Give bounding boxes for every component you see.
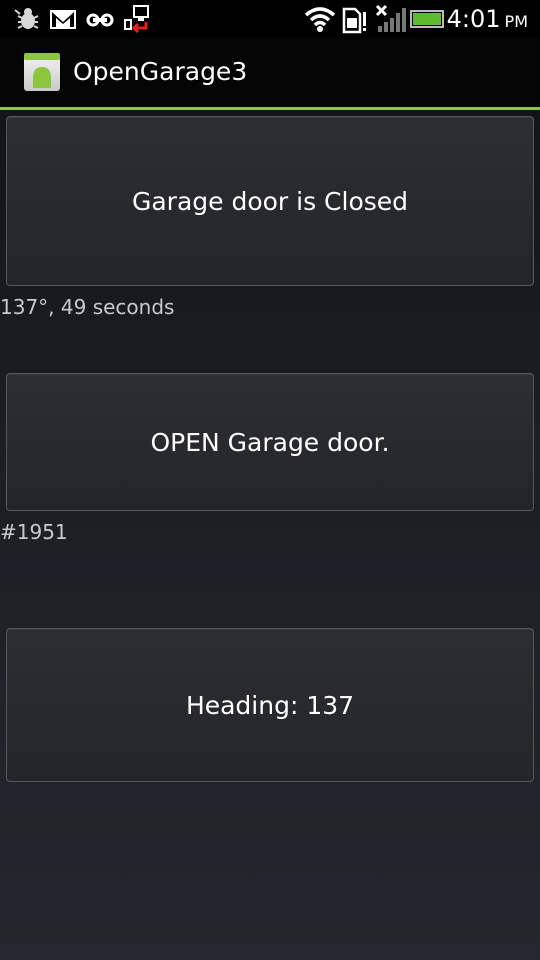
counter-text: #1951 — [0, 520, 68, 544]
door-status-button[interactable]: Garage door is Closed — [6, 116, 534, 286]
wifi-icon — [304, 7, 336, 32]
open-door-button[interactable]: OPEN Garage door. — [6, 373, 534, 511]
sd-card-alert-icon — [342, 7, 366, 34]
title-divider — [0, 107, 540, 110]
app-title: OpenGarage3 — [73, 57, 248, 86]
gmail-icon — [50, 10, 76, 29]
screen-share-icon — [124, 5, 149, 34]
heading-label: Heading: 137 — [185, 690, 355, 720]
door-status-label: Garage door is Closed — [131, 186, 409, 216]
clock: 4:01 PM — [447, 5, 528, 36]
screen: 4:01 PM OpenGarage3 Garage door is Closed… — [0, 0, 540, 960]
voicemail-icon — [86, 13, 114, 27]
open-door-label: OPEN Garage door. — [150, 427, 390, 457]
clock-time: 4:01 — [446, 5, 501, 33]
battery-icon — [410, 10, 444, 28]
usb-debug-icon — [14, 8, 39, 29]
android-app-icon — [24, 53, 60, 91]
no-signal-icon — [375, 4, 406, 32]
heading-button[interactable]: Heading: 137 — [6, 628, 534, 782]
title-bar: OpenGarage3 — [0, 38, 540, 110]
clock-ampm: PM — [504, 12, 528, 31]
angle-time-text: 137°, 49 seconds — [0, 295, 175, 319]
status-bar: 4:01 PM — [0, 0, 540, 38]
